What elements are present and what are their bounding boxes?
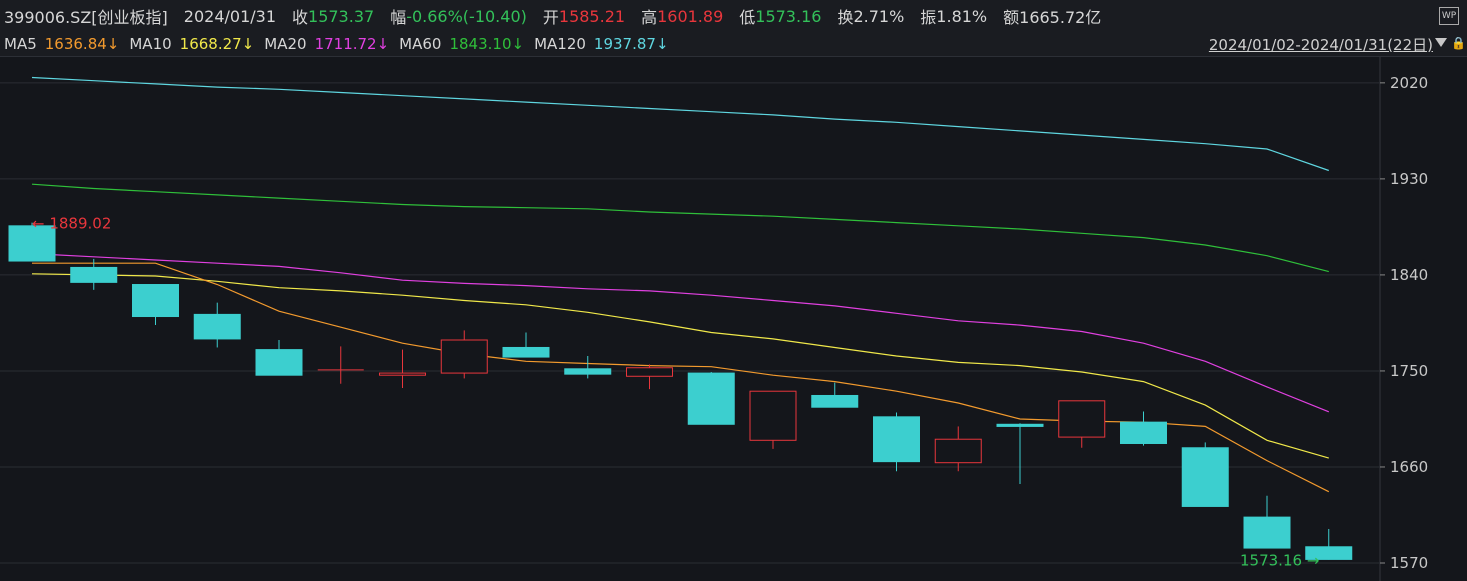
candle-body bbox=[564, 368, 612, 375]
high-label: 高 bbox=[641, 8, 658, 27]
candle bbox=[749, 390, 797, 449]
candle-body bbox=[1120, 421, 1167, 444]
change-label: 幅 bbox=[390, 8, 407, 27]
candle-body bbox=[873, 416, 920, 463]
candle bbox=[1120, 411, 1167, 446]
candle bbox=[132, 284, 179, 326]
low-annotation: 1573.16 → bbox=[1240, 552, 1319, 570]
candle-body bbox=[687, 372, 735, 425]
y-tick-label: 1750 bbox=[1390, 362, 1428, 380]
ma60-line bbox=[31, 183, 1329, 273]
low-value: 1573.16 bbox=[755, 6, 822, 26]
candle bbox=[193, 302, 241, 348]
y-tick-label: 2020 bbox=[1390, 74, 1428, 92]
candle-body bbox=[379, 372, 426, 376]
dropdown-triangle-icon[interactable] bbox=[1435, 38, 1447, 47]
candle bbox=[502, 332, 550, 358]
date-range-selector[interactable]: 2024/01/02-2024/01/31(22日) bbox=[1209, 34, 1433, 55]
candle bbox=[687, 372, 735, 425]
candle bbox=[1243, 495, 1291, 549]
ma5-value: 1636.84↓ bbox=[44, 35, 120, 53]
turnover-label: 换 bbox=[837, 8, 854, 27]
ma20-value: 1711.72↓ bbox=[314, 35, 390, 53]
close-value: 1573.37 bbox=[308, 6, 375, 26]
ma60-label: MA60 bbox=[399, 35, 442, 53]
candle-body bbox=[70, 266, 118, 283]
high-annotation: ← 1889.02 bbox=[32, 215, 111, 233]
amount-value: 1665.72亿 bbox=[1019, 8, 1102, 27]
candlestick-chart[interactable]: 1570 1660 1750 1840 1930 2020 ← 1889.02 1573.1… bbox=[0, 57, 1467, 581]
ma20-label: MA20 bbox=[264, 35, 307, 53]
candle-body bbox=[132, 284, 179, 318]
y-tick-label: 1930 bbox=[1390, 170, 1428, 188]
y-axis-ticks: 1570 1660 1750 1840 1930 2020 bbox=[1380, 74, 1428, 572]
candle-body bbox=[749, 390, 797, 441]
annotations: ← 1889.02 1573.16 → bbox=[32, 215, 1319, 570]
candle-body bbox=[626, 367, 673, 377]
candle bbox=[873, 412, 920, 472]
candle-body bbox=[1181, 447, 1229, 507]
candle bbox=[811, 382, 859, 408]
ma120-value: 1937.87↓ bbox=[593, 35, 669, 53]
candle-body bbox=[1243, 516, 1291, 549]
candle-body bbox=[996, 423, 1044, 427]
candle bbox=[564, 356, 612, 379]
ma60-value: 1843.10↓ bbox=[449, 35, 525, 53]
candle-body bbox=[1058, 400, 1106, 438]
low-label: 低 bbox=[739, 8, 756, 27]
turnover-value: 2.71% bbox=[853, 6, 905, 26]
candle bbox=[1058, 400, 1106, 448]
quote-header: 399006.SZ[创业板指] 2024/01/31 收 1573.37 幅 -… bbox=[0, 0, 1467, 32]
change-value: -0.66%(-10.40) bbox=[406, 6, 527, 26]
candle bbox=[379, 349, 426, 389]
index-code: 399006.SZ[创业板指] bbox=[4, 8, 168, 27]
ma10-label: MA10 bbox=[129, 35, 172, 53]
candle bbox=[626, 364, 673, 390]
wp-icon[interactable]: WP bbox=[1439, 7, 1459, 25]
candle bbox=[1181, 442, 1229, 507]
candle-body bbox=[440, 339, 488, 374]
open-label: 开 bbox=[542, 8, 559, 27]
amplitude-label: 振 bbox=[920, 8, 937, 27]
amplitude-value: 1.81% bbox=[936, 6, 988, 26]
y-tick-label: 1660 bbox=[1390, 458, 1428, 476]
ma120-line bbox=[31, 76, 1329, 172]
candle bbox=[440, 330, 488, 379]
lock-icon[interactable]: 🔒 bbox=[1451, 36, 1466, 50]
candle bbox=[996, 423, 1044, 485]
amount-label: 额 bbox=[1003, 8, 1020, 27]
close-label: 收 bbox=[292, 8, 309, 27]
y-tick-label: 1570 bbox=[1390, 554, 1428, 572]
candle-body bbox=[255, 349, 303, 376]
candle-body bbox=[934, 438, 982, 464]
candle-body bbox=[811, 394, 859, 408]
open-value: 1585.21 bbox=[558, 6, 626, 26]
high-value: 1601.89 bbox=[657, 6, 724, 26]
ma120-label: MA120 bbox=[534, 35, 586, 53]
y-tick-label: 1840 bbox=[1390, 266, 1428, 284]
ma5-label: MA5 bbox=[4, 35, 37, 53]
candle bbox=[317, 346, 364, 384]
candle bbox=[934, 426, 982, 472]
candle bbox=[255, 339, 303, 376]
candles bbox=[8, 222, 1353, 560]
candle-body bbox=[193, 313, 241, 340]
ma10-value: 1668.27↓ bbox=[179, 35, 255, 53]
quote-date: 2024/01/31 bbox=[183, 6, 276, 26]
ma5-line bbox=[32, 262, 1330, 493]
candle-body bbox=[502, 346, 550, 358]
